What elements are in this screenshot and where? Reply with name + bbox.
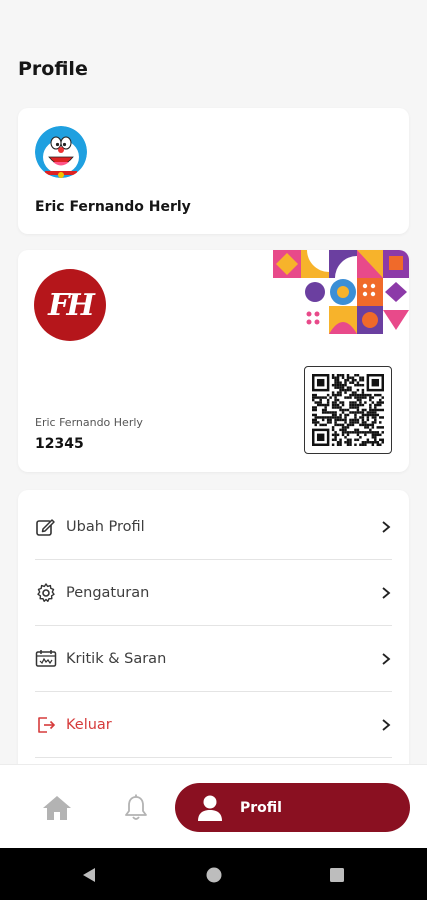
menu-item-label: Kritik & Saran: [66, 650, 167, 667]
menu-item-label: Pengaturan: [66, 584, 150, 601]
nav-home[interactable]: [40, 793, 74, 823]
edit-icon: [35, 516, 57, 538]
logout-icon: [35, 714, 57, 736]
profile-card: Eric Fernando Herly: [18, 108, 409, 234]
menu-item-label: Keluar: [66, 716, 112, 733]
qr-code[interactable]: [304, 366, 392, 454]
home-button-icon[interactable]: [205, 866, 223, 884]
nav-profile[interactable]: Profil: [175, 783, 410, 832]
avatar[interactable]: [35, 126, 87, 178]
member-id: 12345: [35, 436, 84, 452]
chevron-right-icon: [382, 652, 391, 665]
recents-icon[interactable]: [329, 867, 345, 883]
page-title: Profile: [18, 58, 88, 80]
menu-item-keluar[interactable]: Keluar: [35, 692, 392, 758]
nav-notifications[interactable]: [122, 793, 150, 823]
system-nav-bar: [0, 848, 427, 900]
menu-item-pengaturan[interactable]: Pengaturan: [35, 560, 392, 626]
bottom-nav: Profil: [0, 764, 427, 848]
gear-icon: [35, 582, 57, 604]
menu-card: Ubah Profil Pengaturan Kritik & Saran Ke…: [18, 490, 409, 790]
qr-code-icon: [312, 374, 384, 446]
bell-icon: [125, 794, 147, 820]
chevron-right-icon: [382, 718, 391, 731]
chevron-right-icon: [382, 520, 391, 533]
nav-profile-label: Profil: [240, 799, 282, 816]
doraemon-avatar-icon: [35, 126, 87, 178]
chevron-right-icon: [382, 586, 391, 599]
menu-item-label: Ubah Profil: [66, 518, 145, 535]
back-icon[interactable]: [80, 866, 98, 884]
fh-logo: FH: [34, 269, 106, 341]
decorative-pattern-icon: [273, 250, 409, 334]
home-icon: [43, 796, 71, 820]
menu-item-kritik-saran[interactable]: Kritik & Saran: [35, 626, 392, 692]
member-card: FH Eric Fernando Herly 12345: [18, 250, 409, 472]
profile-name: Eric Fernando Herly: [35, 199, 191, 215]
member-name: Eric Fernando Herly: [35, 416, 143, 429]
feedback-icon: [35, 648, 57, 670]
user-icon: [198, 795, 222, 821]
menu-item-ubah-profil[interactable]: Ubah Profil: [35, 494, 392, 560]
